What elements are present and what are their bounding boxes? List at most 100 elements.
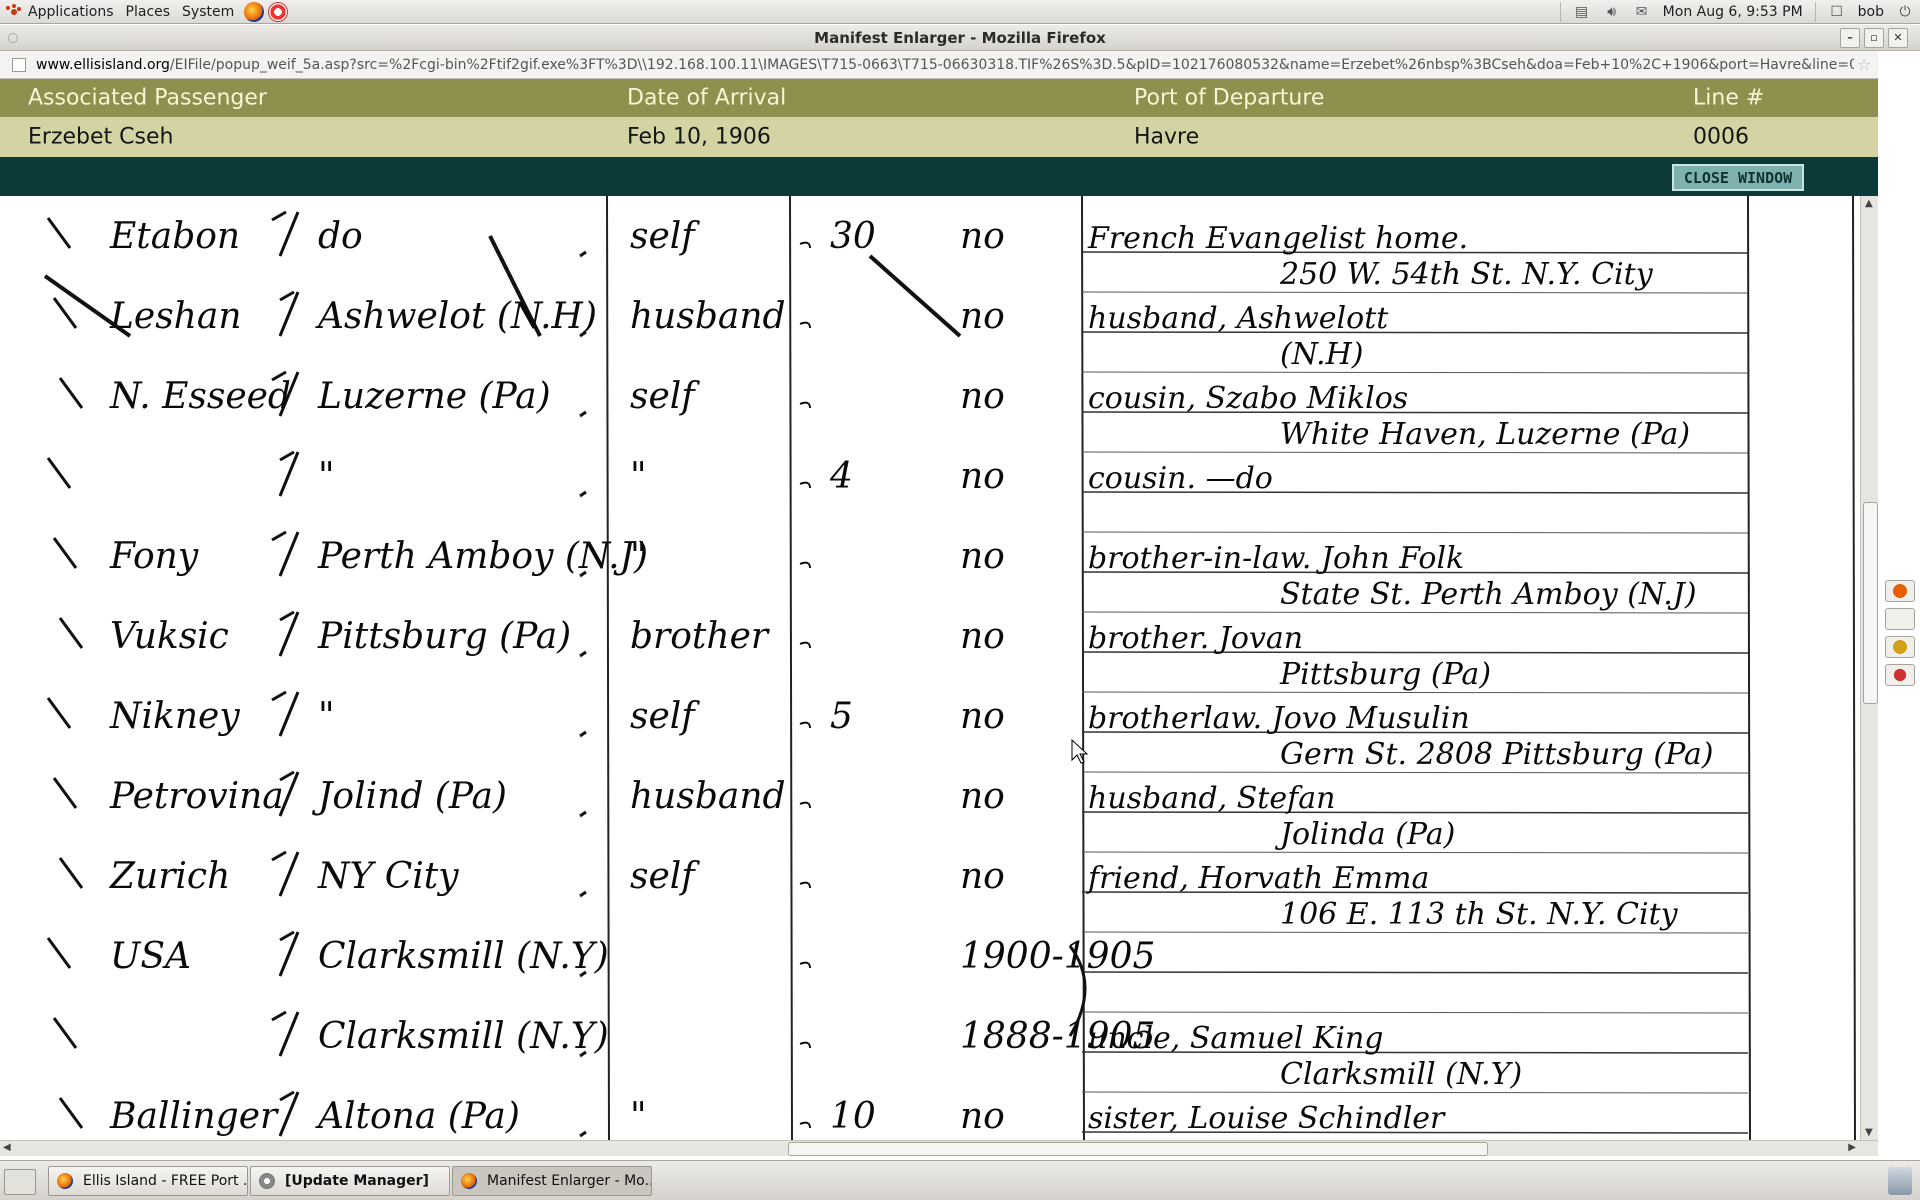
column-rule	[789, 196, 793, 1140]
taskbar: Ellis Island - FREE Port ... [Update Man…	[0, 1160, 1920, 1200]
side-dock	[1880, 580, 1920, 686]
manifest-money: 10	[830, 1096, 876, 1137]
scroll-right-arrow-icon[interactable]: ▶	[1848, 1142, 1856, 1153]
manifest-image[interactable]: Etabon do self 30 no French Evangelist home. 2…	[0, 196, 1860, 1140]
minimize-button[interactable]: –	[1840, 28, 1860, 48]
row-rule	[1081, 1011, 1749, 1014]
task-manifest-enlarger[interactable]: Manifest Enlarger - Mo...	[452, 1166, 652, 1196]
volume-icon[interactable]: 🔊︎	[1603, 4, 1621, 20]
ditto-mark	[799, 1041, 811, 1049]
manifest-destination: Ashwelot (N.H)	[315, 296, 597, 337]
manifest-contact-addr: White Haven, Luzerne (Pa)	[1280, 417, 1690, 452]
maximize-button[interactable]: ▫	[1864, 28, 1884, 48]
applications-menu[interactable]: Applications	[0, 0, 120, 24]
check-mark	[58, 377, 84, 409]
row-rule	[1081, 971, 1749, 974]
manifest-destination: Clarksmill (N.Y)	[318, 936, 609, 977]
row-rule	[1081, 291, 1749, 294]
firefox-dock-icon[interactable]	[1885, 580, 1915, 602]
horizontal-scrollbar[interactable]: ◀ ▶	[0, 1140, 1878, 1156]
firefox-launcher-icon[interactable]	[244, 1, 265, 22]
window-dock-icon[interactable]	[1885, 608, 1915, 630]
passenger-name: Erzebet Cseh	[28, 124, 174, 150]
show-desktop-button[interactable]	[4, 1169, 36, 1195]
close-window-button[interactable]: CLOSE WINDOW	[1672, 164, 1804, 191]
user-name[interactable]: bob	[1858, 4, 1884, 20]
system-menu[interactable]: System	[176, 0, 240, 24]
close-button[interactable]: ✕	[1888, 28, 1908, 48]
check-mark	[271, 690, 300, 737]
places-menu-label: Places	[125, 3, 171, 20]
manifest-contact: cousin, Szabo Miklos	[1088, 381, 1408, 416]
column-rule	[1852, 196, 1856, 1140]
url-bar[interactable]: www.ellisisland.org/EIFile/popup_weif_5a…	[0, 51, 1878, 79]
ditto-mark	[579, 410, 587, 418]
check-mark	[271, 530, 300, 577]
panel-separator	[1814, 2, 1816, 22]
gnome-foot-icon	[6, 3, 22, 20]
manifest-destination: Perth Amboy (N.J)	[317, 536, 648, 577]
manifest-relation: "	[630, 456, 647, 497]
task-update-manager[interactable]: [Update Manager]	[250, 1166, 450, 1196]
ditto-mark	[579, 730, 587, 738]
row-rule	[1081, 771, 1749, 774]
manifest-contact: friend, Horvath Emma	[1086, 861, 1429, 896]
manifest-answer: no	[960, 696, 1005, 737]
manifest-contact-addr: (N.H)	[1280, 337, 1363, 372]
power-icon[interactable]: ⏻	[1896, 4, 1914, 20]
vertical-scrollbar[interactable]: ▲ ▼	[1860, 196, 1878, 1140]
mouse-cursor-icon	[1071, 738, 1089, 764]
manifest-answer: no	[960, 536, 1005, 577]
manifest-destination: Jolind (Pa)	[311, 776, 507, 817]
help-launcher-icon[interactable]	[268, 1, 289, 22]
manifest-answer: no	[960, 616, 1005, 657]
manifest-name: Leshan	[109, 296, 242, 337]
scroll-down-arrow-icon[interactable]: ▼	[1865, 1127, 1873, 1138]
check-mark	[52, 777, 78, 809]
window-menu-icon[interactable]	[8, 33, 18, 43]
manifest-answer: no	[960, 216, 1005, 257]
mail-icon[interactable]: ✉	[1633, 4, 1651, 20]
scroll-up-arrow-icon[interactable]: ▲	[1865, 198, 1873, 209]
url-path: /EIFile/popup_weif_5a.asp?src=%2Fcgi-bin…	[169, 56, 1854, 73]
row-rule	[1081, 531, 1749, 534]
ditto-mark	[579, 810, 587, 818]
manifest-rule-lines	[606, 196, 1856, 1140]
firefox-icon	[57, 1173, 73, 1189]
places-menu[interactable]: Places	[120, 0, 177, 24]
scroll-left-arrow-icon[interactable]: ◀	[3, 1142, 11, 1153]
page-icon	[12, 57, 26, 72]
close-bar: CLOSE WINDOW	[0, 157, 1878, 196]
manifest-destination: "	[318, 456, 335, 497]
manifest-contact-addr: Gern St. 2808 Pittsburg (Pa)	[1280, 737, 1714, 772]
vertical-scroll-thumb[interactable]	[1863, 502, 1878, 704]
help-dock-icon[interactable]	[1885, 664, 1915, 686]
ditto-mark	[579, 650, 587, 658]
check-mark	[271, 1010, 300, 1057]
url-text[interactable]: www.ellisisland.org/EIFile/popup_weif_5a…	[36, 57, 1854, 73]
check-mark	[278, 930, 300, 977]
row-rule	[1081, 371, 1749, 374]
manifest-contact-addr: State St. Perth Amboy (N.J)	[1280, 577, 1697, 612]
passenger-info-values: Erzebet Cseh Feb 10, 1906 Havre 0006	[0, 117, 1878, 157]
arrival-date: Feb 10, 1906	[627, 124, 771, 150]
task-label: Manifest Enlarger - Mo...	[487, 1173, 652, 1189]
horizontal-scroll-thumb[interactable]	[788, 1142, 1488, 1156]
window-titlebar[interactable]: Manifest Enlarger - Mozilla Firefox – ▫ …	[0, 25, 1920, 51]
manifest-contact-addr: 250 W. 54th St. N.Y. City	[1279, 257, 1654, 292]
bookmark-star-icon[interactable]: ☆	[1854, 55, 1874, 74]
manifest-relation: "	[630, 536, 647, 577]
manifest-contact: sister, Louise Schindler	[1088, 1101, 1446, 1136]
manifest-name: Petrovina	[109, 776, 284, 817]
row-rule	[1081, 451, 1749, 454]
user-switcher-icon[interactable]: ☐	[1828, 4, 1846, 20]
manifest-handwriting: Etabon do self 30 no French Evangelist home.2…	[109, 216, 1714, 1137]
printer-icon[interactable]: ▤	[1573, 4, 1591, 20]
trash-icon[interactable]	[1888, 1167, 1912, 1195]
task-ellis-island[interactable]: Ellis Island - FREE Port ...	[48, 1166, 248, 1196]
manifest-answer: no	[960, 296, 1005, 337]
manifest-contact-addr: Jolinda (Pa)	[1274, 817, 1455, 852]
check-mark	[271, 850, 300, 897]
clock[interactable]: Mon Aug 6, 9:53 PM	[1663, 4, 1803, 20]
coin-dock-icon[interactable]	[1885, 636, 1915, 658]
